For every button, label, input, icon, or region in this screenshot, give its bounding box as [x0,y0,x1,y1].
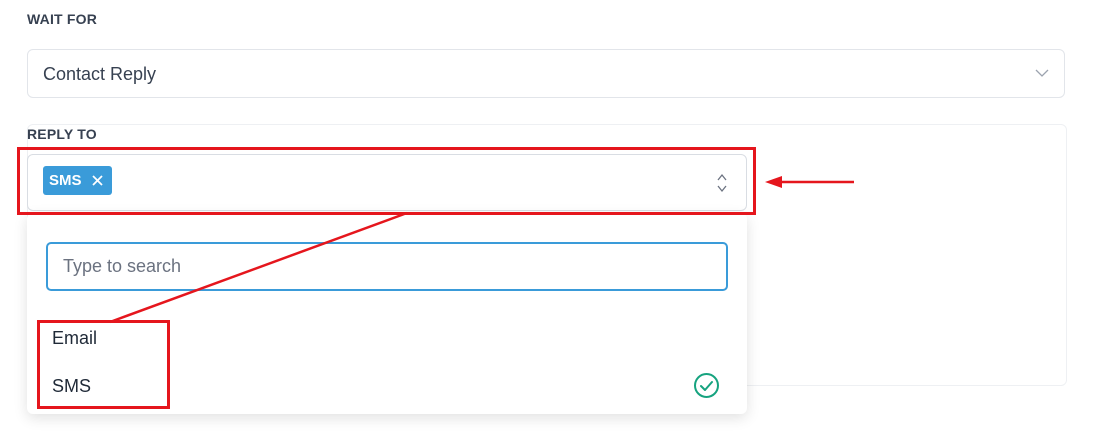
check-circle-icon [694,373,719,398]
wait-for-select[interactable]: Contact Reply [27,49,1065,98]
reply-to-label: REPLY TO [27,126,97,142]
close-icon[interactable] [91,174,104,187]
workflow-step-form: WAIT FOR Contact Reply REPLY TO SMS Emai… [0,0,1095,431]
chevron-down-icon [1035,69,1049,77]
search-input[interactable] [46,242,728,291]
selected-tag-sms: SMS [43,166,112,195]
wait-for-label: WAIT FOR [27,11,98,27]
option-email[interactable]: Email [52,328,97,349]
reply-to-multiselect[interactable]: SMS [27,154,747,211]
reply-to-dropdown: Email SMS [27,213,747,414]
option-sms[interactable]: SMS [52,376,91,397]
chevron-up-down-icon[interactable] [716,172,728,194]
tag-label: SMS [49,172,82,189]
wait-for-value: Contact Reply [43,64,157,84]
